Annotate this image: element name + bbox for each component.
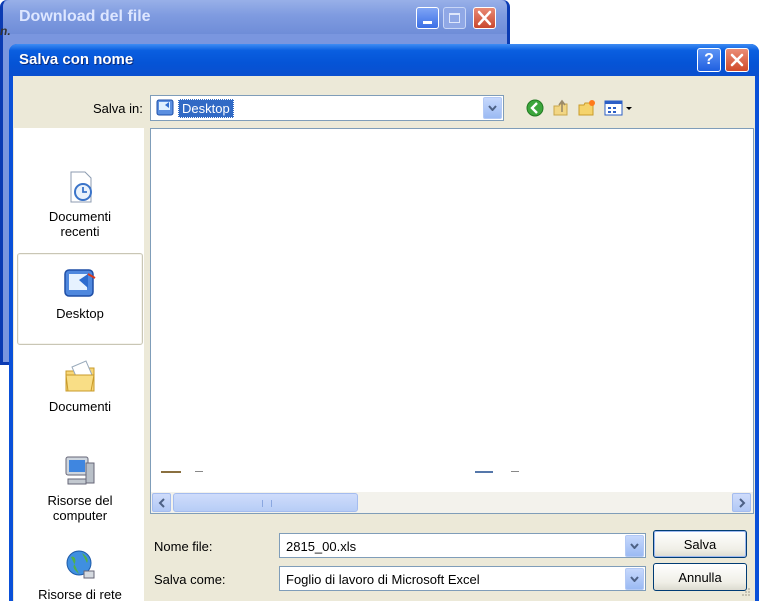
partial-item-label	[195, 471, 203, 472]
desktop-icon	[64, 269, 96, 297]
place-label-line1: Desktop	[56, 306, 104, 321]
recent-documents-icon	[70, 171, 92, 203]
place-label-line1: Risorse di rete	[38, 587, 122, 602]
up-folder-icon[interactable]	[551, 98, 571, 118]
scrollbar-thumb[interactable]	[173, 493, 358, 512]
place-label-line1: Risorse del	[47, 493, 113, 508]
resize-grip-icon[interactable]	[741, 587, 751, 597]
background-partial-text: n.	[0, 24, 11, 38]
my-documents-icon	[65, 360, 95, 392]
background-maximize-button	[443, 7, 466, 29]
save-button[interactable]: Salva	[653, 530, 747, 558]
save-as-type-value: Foglio di lavoro di Microsoft Excel	[286, 572, 480, 587]
save-as-type-dropdown-button[interactable]	[625, 568, 644, 590]
file-name-field[interactable]: 2815_00.xls	[279, 533, 646, 558]
place-label-line1: Documenti	[48, 399, 112, 414]
file-name-label: Nome file:	[154, 539, 213, 554]
chevron-down-icon	[630, 576, 639, 582]
save-in-dropdown-button[interactable]	[483, 97, 502, 119]
my-computer-icon	[65, 456, 95, 485]
save-in-label: Salva in:	[93, 101, 143, 116]
horizontal-scrollbar[interactable]	[151, 492, 753, 513]
close-icon	[477, 10, 492, 26]
place-desktop[interactable]: Desktop	[17, 253, 143, 345]
chevron-down-icon	[488, 105, 497, 111]
dialog-title: Salva con nome	[19, 51, 134, 68]
place-label-line2: recenti	[60, 224, 100, 239]
save-in-value: Desktop	[178, 99, 234, 118]
file-list-view[interactable]	[150, 128, 754, 514]
chevron-right-icon	[739, 498, 746, 508]
save-as-type-label: Salva come:	[154, 572, 226, 587]
chevron-left-icon	[158, 498, 165, 508]
help-button[interactable]: ?	[697, 48, 721, 72]
places-bar: Documenti recenti Desktop Documenti Riso…	[14, 128, 145, 602]
partial-item-label	[511, 471, 519, 472]
partial-item-icon	[475, 471, 493, 473]
back-arrow-icon[interactable]	[525, 98, 545, 118]
save-as-dialog: Salva con nome ? Salva in: Desktop Docum…	[9, 44, 759, 602]
network-places-icon	[66, 550, 95, 579]
scroll-left-button[interactable]	[152, 493, 171, 512]
place-recent-documents[interactable]: Documenti recenti	[15, 169, 145, 239]
file-name-dropdown-button[interactable]	[625, 535, 644, 557]
place-my-documents[interactable]: Documenti	[15, 359, 145, 414]
cancel-button[interactable]: Annulla	[653, 563, 747, 591]
background-minimize-button[interactable]	[416, 7, 439, 29]
place-my-computer[interactable]: Risorse del computer	[15, 453, 145, 523]
background-titlebar[interactable]: Download del file	[3, 0, 507, 34]
dialog-client-area: Salva in: Desktop Documenti recenti Desk…	[13, 76, 755, 602]
place-label-line2: computer	[52, 508, 108, 523]
close-icon	[730, 53, 744, 67]
file-name-value: 2815_00.xls	[286, 539, 357, 554]
desktop-folder-icon	[156, 99, 174, 116]
dialog-titlebar[interactable]: Salva con nome ?	[9, 44, 759, 76]
background-window-title: Download del file	[19, 8, 151, 25]
view-menu-icon[interactable]	[604, 98, 634, 118]
place-network[interactable]: Risorse di rete	[15, 547, 145, 602]
close-button[interactable]	[725, 48, 749, 72]
background-close-button[interactable]	[473, 7, 496, 29]
new-folder-icon[interactable]	[577, 98, 597, 118]
save-in-dropdown[interactable]: Desktop	[150, 95, 504, 121]
place-label-line1: Documenti	[48, 209, 112, 224]
help-icon: ?	[704, 51, 714, 68]
scrollbar-grip	[262, 500, 272, 507]
scroll-right-button[interactable]	[732, 493, 751, 512]
chevron-down-icon	[630, 543, 639, 549]
save-as-type-dropdown[interactable]: Foglio di lavoro di Microsoft Excel	[279, 566, 646, 591]
partial-item-icon	[161, 471, 181, 473]
